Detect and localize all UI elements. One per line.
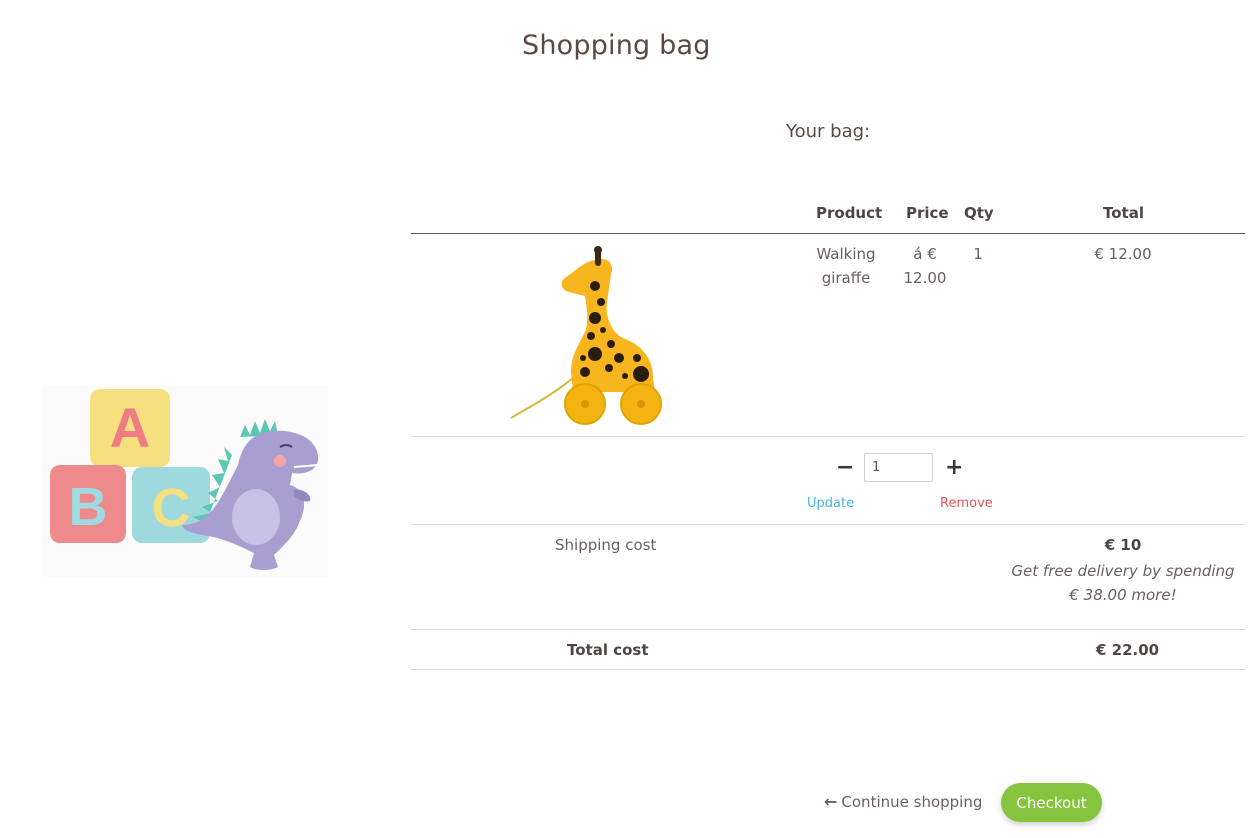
- checkout-button[interactable]: Checkout: [1001, 783, 1102, 822]
- walking-giraffe-product-image: [511, 246, 662, 425]
- column-header-product: Product: [816, 204, 883, 222]
- header-divider: [411, 233, 1245, 234]
- total-cost-value: € 22.00: [1096, 641, 1160, 659]
- svg-text:B: B: [69, 477, 108, 537]
- abc-blocks-dinosaur-illustration: A B C: [42, 385, 328, 577]
- arrow-left-icon: ←: [824, 792, 838, 811]
- product-name: Walking giraffe: [816, 245, 876, 287]
- product-total: € 12.00: [1094, 245, 1152, 263]
- svg-text:C: C: [152, 478, 191, 538]
- remove-link[interactable]: Remove: [940, 496, 993, 511]
- free-delivery-note: Get free delivery by spending € 38.00 mo…: [1011, 562, 1235, 604]
- column-header-qty: Qty: [964, 204, 994, 222]
- row-divider: [411, 436, 1245, 437]
- continue-shopping-label: Continue shopping: [841, 792, 983, 811]
- column-header-total: Total: [1103, 204, 1144, 222]
- minus-icon[interactable]: −: [836, 457, 854, 479]
- shipping-label: Shipping cost: [555, 536, 657, 554]
- bag-heading: Your bag:: [786, 121, 871, 142]
- controls-divider: [411, 524, 1245, 525]
- shipping-divider: [411, 629, 1245, 630]
- column-header-price: Price: [906, 204, 949, 222]
- quantity-input[interactable]: [864, 453, 933, 482]
- update-link[interactable]: Update: [807, 496, 854, 511]
- plus-icon[interactable]: +: [945, 457, 963, 479]
- svg-text:A: A: [110, 396, 150, 459]
- product-price: á € 12.00: [903, 245, 947, 287]
- page-title: Shopping bag: [522, 30, 711, 61]
- continue-shopping-link[interactable]: ← Continue shopping: [824, 792, 982, 811]
- total-cost-label: Total cost: [567, 641, 649, 659]
- shipping-value: € 10: [1104, 536, 1142, 554]
- product-qty: 1: [973, 245, 983, 263]
- total-divider: [411, 669, 1245, 670]
